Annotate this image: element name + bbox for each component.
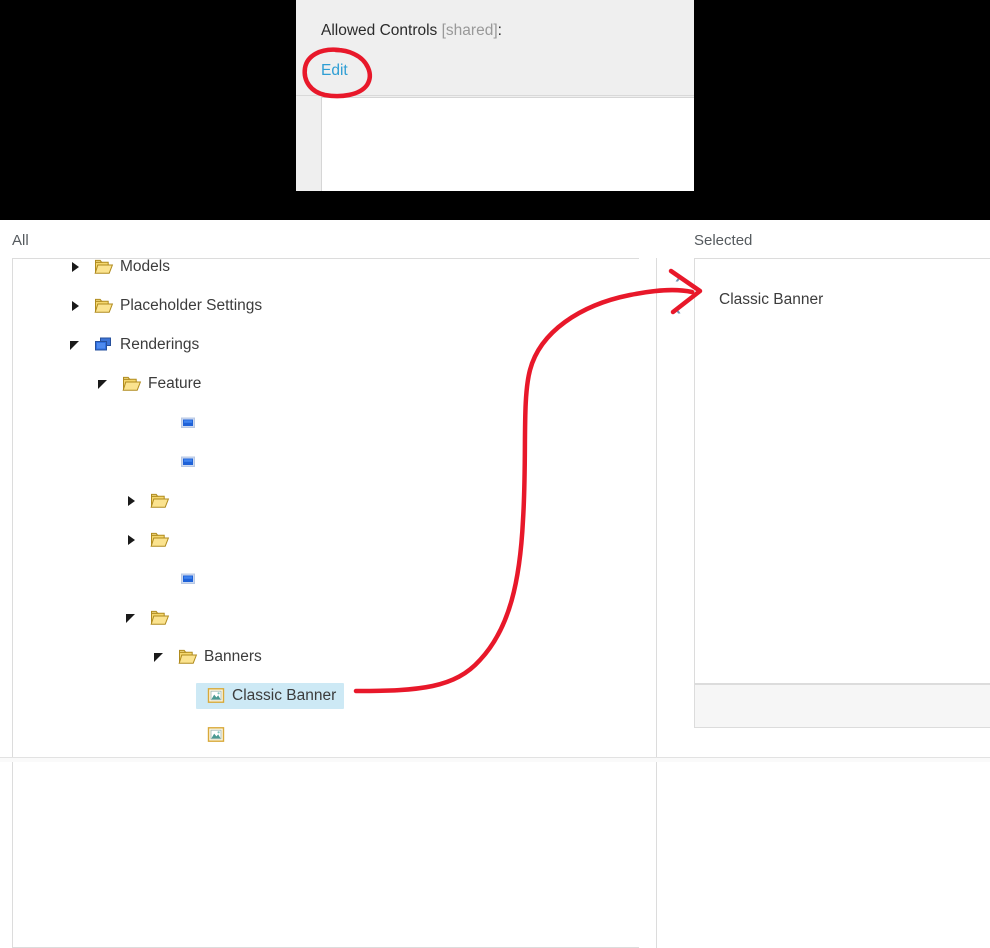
tree-item-content[interactable]: [140, 527, 184, 553]
folder-icon: [94, 297, 114, 314]
list-item[interactable]: Classic Banner: [719, 291, 823, 309]
page-bottom-divider: [0, 757, 990, 762]
allowed-controls-field-panel: Allowed Controls [shared]: Edit: [296, 0, 694, 191]
tree-item[interactable]: [13, 442, 640, 481]
folder-icon: [94, 259, 114, 275]
selected-column-heading: Selected: [694, 232, 753, 249]
allowed-controls-value-box[interactable]: [321, 97, 694, 191]
rendering-item-icon: [178, 570, 198, 587]
tree-item[interactable]: [13, 403, 640, 442]
folder-icon: [178, 648, 198, 665]
tree-item-classic-banner[interactable]: Classic Banner: [13, 676, 640, 715]
expand-triangle-icon[interactable]: [124, 532, 140, 548]
add-to-selected-button[interactable]: ›: [668, 268, 688, 288]
tree-item-renderings[interactable]: Renderings: [13, 325, 640, 364]
dual-list-selector: All Selected Models Placeholder Settings R…: [0, 220, 990, 948]
image-item-icon: [206, 687, 226, 704]
expand-triangle-icon[interactable]: [124, 493, 140, 509]
tree-item-placeholder-settings[interactable]: Placeholder Settings: [13, 286, 640, 325]
tree-item-content[interactable]: [168, 410, 212, 436]
all-tree-panel[interactable]: Models Placeholder Settings Renderings Feat…: [12, 258, 657, 948]
folder-icon: [150, 609, 170, 626]
renderings-icon: [94, 336, 114, 353]
collapse-triangle-icon[interactable]: [68, 337, 84, 353]
tree-item-label: Banners: [204, 647, 262, 665]
tree-scrollbar-track[interactable]: [639, 258, 656, 948]
tree-item-content[interactable]: [196, 722, 240, 748]
tree-item-content[interactable]: Feature: [112, 371, 209, 397]
selected-list-footer: [694, 684, 990, 728]
allowed-controls-label: Allowed Controls [shared]:: [321, 22, 502, 40]
image-item-icon: [206, 726, 226, 743]
all-column-heading: All: [12, 232, 29, 249]
tree-item-label: Classic Banner: [232, 686, 337, 704]
tree-item-content[interactable]: [140, 488, 184, 514]
tree-item-content[interactable]: Placeholder Settings: [84, 293, 270, 319]
tree-item[interactable]: [13, 598, 640, 637]
tree-item-label: Placeholder Settings: [120, 296, 263, 314]
tree-item[interactable]: [13, 715, 640, 754]
rendering-item-icon: [178, 414, 198, 431]
tree-item-content[interactable]: Renderings: [84, 332, 207, 358]
folder-icon: [150, 492, 170, 509]
tree-item-models[interactable]: Models: [13, 258, 640, 286]
field-label-text: Allowed Controls: [321, 22, 438, 39]
expand-triangle-icon[interactable]: [68, 259, 84, 275]
field-shared-tag: [shared]: [441, 22, 498, 39]
tree-item-content[interactable]: [140, 605, 184, 631]
tree-item-banners[interactable]: Banners: [13, 637, 640, 676]
folder-icon: [122, 375, 142, 392]
field-label-colon: :: [497, 22, 502, 39]
tree-item-content[interactable]: Models: [84, 258, 178, 280]
tree-item[interactable]: [13, 481, 640, 520]
folder-icon: [150, 531, 170, 548]
tree-item-label: Feature: [148, 374, 202, 392]
tree-item-content[interactable]: [168, 449, 212, 475]
field-panel-header: [296, 0, 694, 96]
content-tree: Models Placeholder Settings Renderings Feat…: [13, 258, 640, 754]
collapse-triangle-icon[interactable]: [124, 610, 140, 626]
edit-link[interactable]: Edit: [321, 62, 348, 80]
collapse-triangle-icon[interactable]: [96, 376, 112, 392]
tree-item[interactable]: [13, 520, 640, 559]
remove-from-selected-button[interactable]: ‹: [668, 300, 688, 320]
collapse-triangle-icon[interactable]: [152, 649, 168, 665]
tree-item[interactable]: [13, 559, 640, 598]
tree-item-content[interactable]: Banners: [168, 644, 270, 670]
tree-item-label: Renderings: [120, 335, 200, 353]
tree-item-content[interactable]: Classic Banner: [196, 682, 345, 709]
rendering-item-icon: [178, 453, 198, 470]
tree-item-feature[interactable]: Feature: [13, 364, 640, 403]
selected-list-panel[interactable]: Classic Banner: [694, 258, 990, 684]
tree-item-content[interactable]: [168, 566, 212, 592]
tree-item-label: Models: [120, 258, 170, 275]
expand-triangle-icon[interactable]: [68, 298, 84, 314]
